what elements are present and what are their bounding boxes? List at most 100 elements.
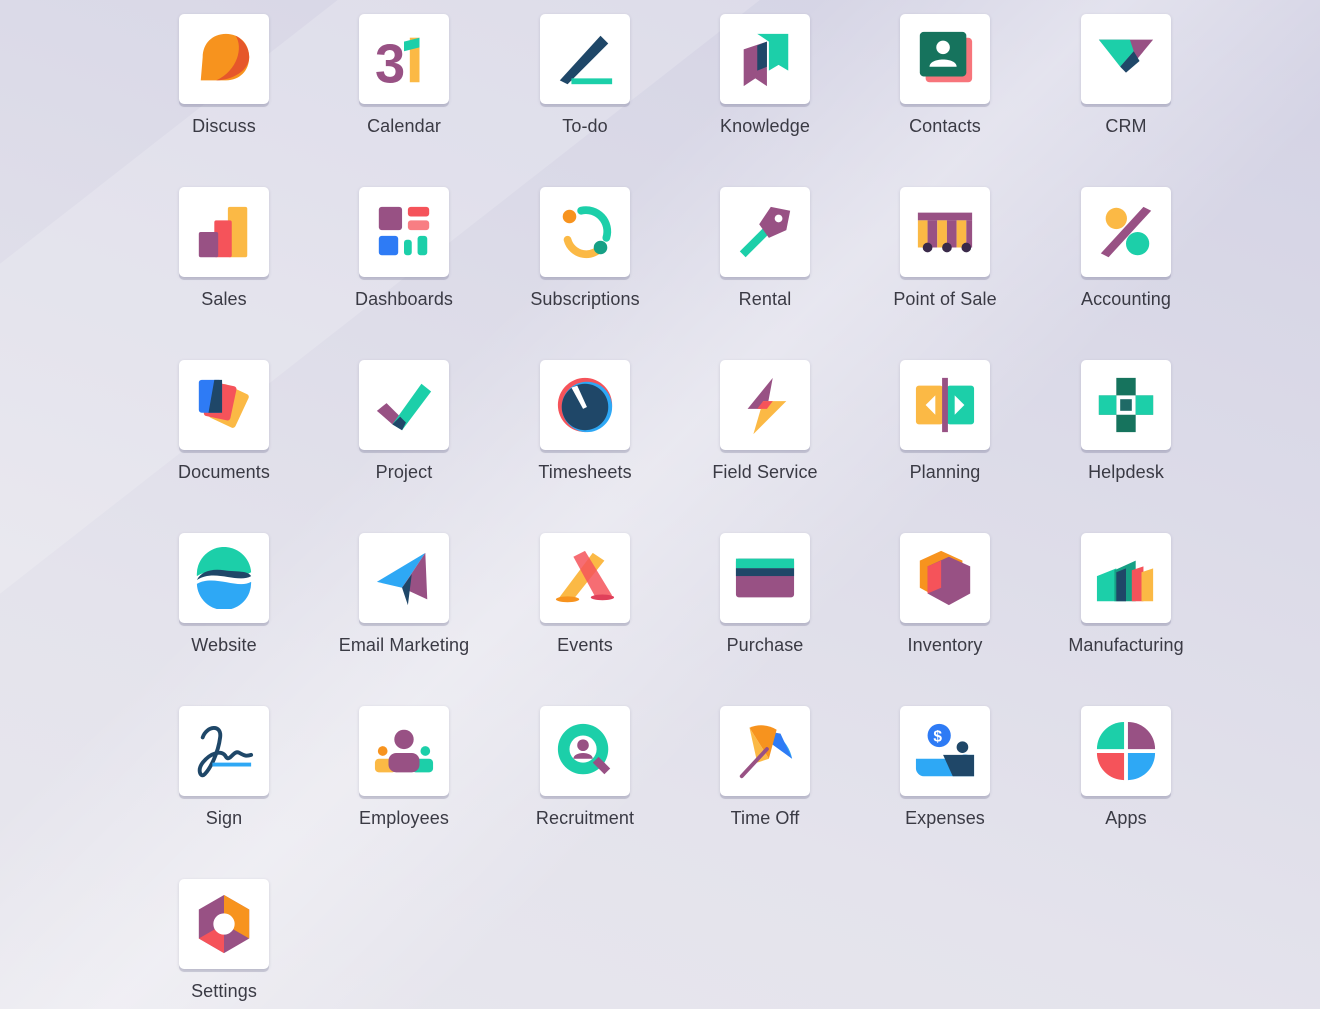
app-recruitment[interactable]: Recruitment (500, 706, 670, 856)
app-label: Discuss (192, 116, 256, 136)
app-label: CRM (1105, 116, 1147, 136)
timesheets-icon (557, 377, 613, 433)
app-label: Rental (738, 289, 792, 309)
time-off-icon (739, 725, 793, 779)
apps-icon (1096, 721, 1156, 781)
app-label: Contacts (909, 116, 981, 136)
app-accounting[interactable]: Accounting (1041, 187, 1211, 337)
app-contacts[interactable]: Contacts (860, 14, 1030, 164)
app-knowledge[interactable]: Knowledge (680, 14, 850, 164)
manufacturing-icon (1096, 560, 1154, 602)
app-tile[interactable] (540, 360, 630, 450)
app-tile[interactable] (179, 533, 269, 623)
app-field-service[interactable]: Field Service (680, 360, 850, 510)
contacts-icon (919, 31, 973, 83)
app-purchase[interactable]: Purchase (680, 533, 850, 683)
app-tile[interactable] (359, 533, 449, 623)
app-label: Email Marketing (338, 635, 470, 655)
app-label: Planning (909, 462, 981, 482)
sign-icon (197, 726, 254, 778)
documents-icon (198, 379, 249, 428)
app-inventory[interactable]: Inventory (860, 533, 1030, 683)
app-label: Website (191, 635, 257, 655)
app-tile[interactable] (1081, 360, 1171, 450)
app-tile[interactable]: $ (900, 706, 990, 796)
app-planning[interactable]: Planning (860, 360, 1030, 510)
app-tile[interactable] (720, 706, 810, 796)
app-crm[interactable]: CRM (1041, 14, 1211, 164)
app-tile[interactable] (540, 533, 630, 623)
app-label: Settings (191, 981, 257, 1001)
app-email-marketing[interactable]: Email Marketing (319, 533, 489, 683)
app-tile[interactable] (179, 187, 269, 277)
email-marketing-icon (376, 552, 428, 606)
app-website[interactable]: Website (139, 533, 309, 683)
app-tile[interactable] (720, 187, 810, 277)
recruitment-icon (557, 723, 611, 775)
app-tile[interactable] (900, 187, 990, 277)
app-point-of-sale[interactable]: Point of Sale (860, 187, 1030, 337)
app-label: Sales (201, 289, 247, 309)
app-subscriptions[interactable]: Subscriptions (500, 187, 670, 337)
planning-icon (915, 377, 975, 433)
app-manufacturing[interactable]: Manufacturing (1041, 533, 1211, 683)
app-label: Knowledge (720, 116, 810, 136)
rental-icon (739, 206, 791, 258)
app-events[interactable]: Events (500, 533, 670, 683)
project-icon (376, 383, 432, 431)
app-calendar[interactable]: 3 Calendar (319, 14, 489, 164)
app-label: Calendar (367, 116, 441, 136)
app-tile[interactable] (900, 14, 990, 104)
app-tile[interactable] (720, 14, 810, 104)
app-tile[interactable] (359, 360, 449, 450)
app-tile[interactable] (1081, 187, 1171, 277)
app-tile[interactable] (179, 706, 269, 796)
app-helpdesk[interactable]: Helpdesk (1041, 360, 1211, 510)
app-tile[interactable] (540, 14, 630, 104)
app-tile[interactable] (540, 187, 630, 277)
employees-icon (374, 729, 434, 773)
app-dashboards[interactable]: Dashboards (319, 187, 489, 337)
app-label: Dashboards (354, 289, 454, 309)
app-grid: Discuss 3 Calendar To-do Knowledge Conta… (0, 0, 1320, 1009)
subscriptions-icon (562, 206, 612, 259)
app-tile[interactable] (720, 360, 810, 450)
app-label: Recruitment (535, 808, 635, 828)
app-sign[interactable]: Sign (139, 706, 309, 856)
app-tile[interactable] (179, 14, 269, 104)
app-tile[interactable] (179, 360, 269, 450)
app-tile[interactable] (359, 187, 449, 277)
app-discuss[interactable]: Discuss (139, 14, 309, 164)
calendar-icon: 3 (375, 34, 420, 90)
app-project[interactable]: Project (319, 360, 489, 510)
app-tile[interactable] (1081, 14, 1171, 104)
app-tile[interactable]: 3 (359, 14, 449, 104)
app-tile[interactable] (179, 879, 269, 969)
app-apps[interactable]: Apps (1041, 706, 1211, 856)
app-expenses[interactable]: $ Expenses (860, 706, 1030, 856)
app-todo[interactable]: To-do (500, 14, 670, 164)
app-label: To-do (562, 116, 608, 136)
app-tile[interactable] (720, 533, 810, 623)
svg-text:3: 3 (375, 34, 405, 90)
app-label: Helpdesk (1088, 462, 1164, 482)
app-label: Inventory (907, 635, 983, 655)
app-tile[interactable] (900, 533, 990, 623)
app-employees[interactable]: Employees (319, 706, 489, 856)
app-label: Point of Sale (893, 289, 997, 309)
app-timesheets[interactable]: Timesheets (500, 360, 670, 510)
app-rental[interactable]: Rental (680, 187, 850, 337)
app-sales[interactable]: Sales (139, 187, 309, 337)
app-tile[interactable] (359, 706, 449, 796)
app-tile[interactable] (540, 706, 630, 796)
app-time-off[interactable]: Time Off (680, 706, 850, 856)
app-settings[interactable]: Settings (139, 879, 309, 1009)
app-tile[interactable] (1081, 706, 1171, 796)
app-tile[interactable] (900, 360, 990, 450)
purchase-icon (735, 558, 795, 598)
app-documents[interactable]: Documents (139, 360, 309, 510)
helpdesk-icon (1098, 377, 1154, 433)
app-tile[interactable] (1081, 533, 1171, 623)
accounting-icon (1100, 206, 1152, 258)
settings-icon (198, 894, 250, 954)
